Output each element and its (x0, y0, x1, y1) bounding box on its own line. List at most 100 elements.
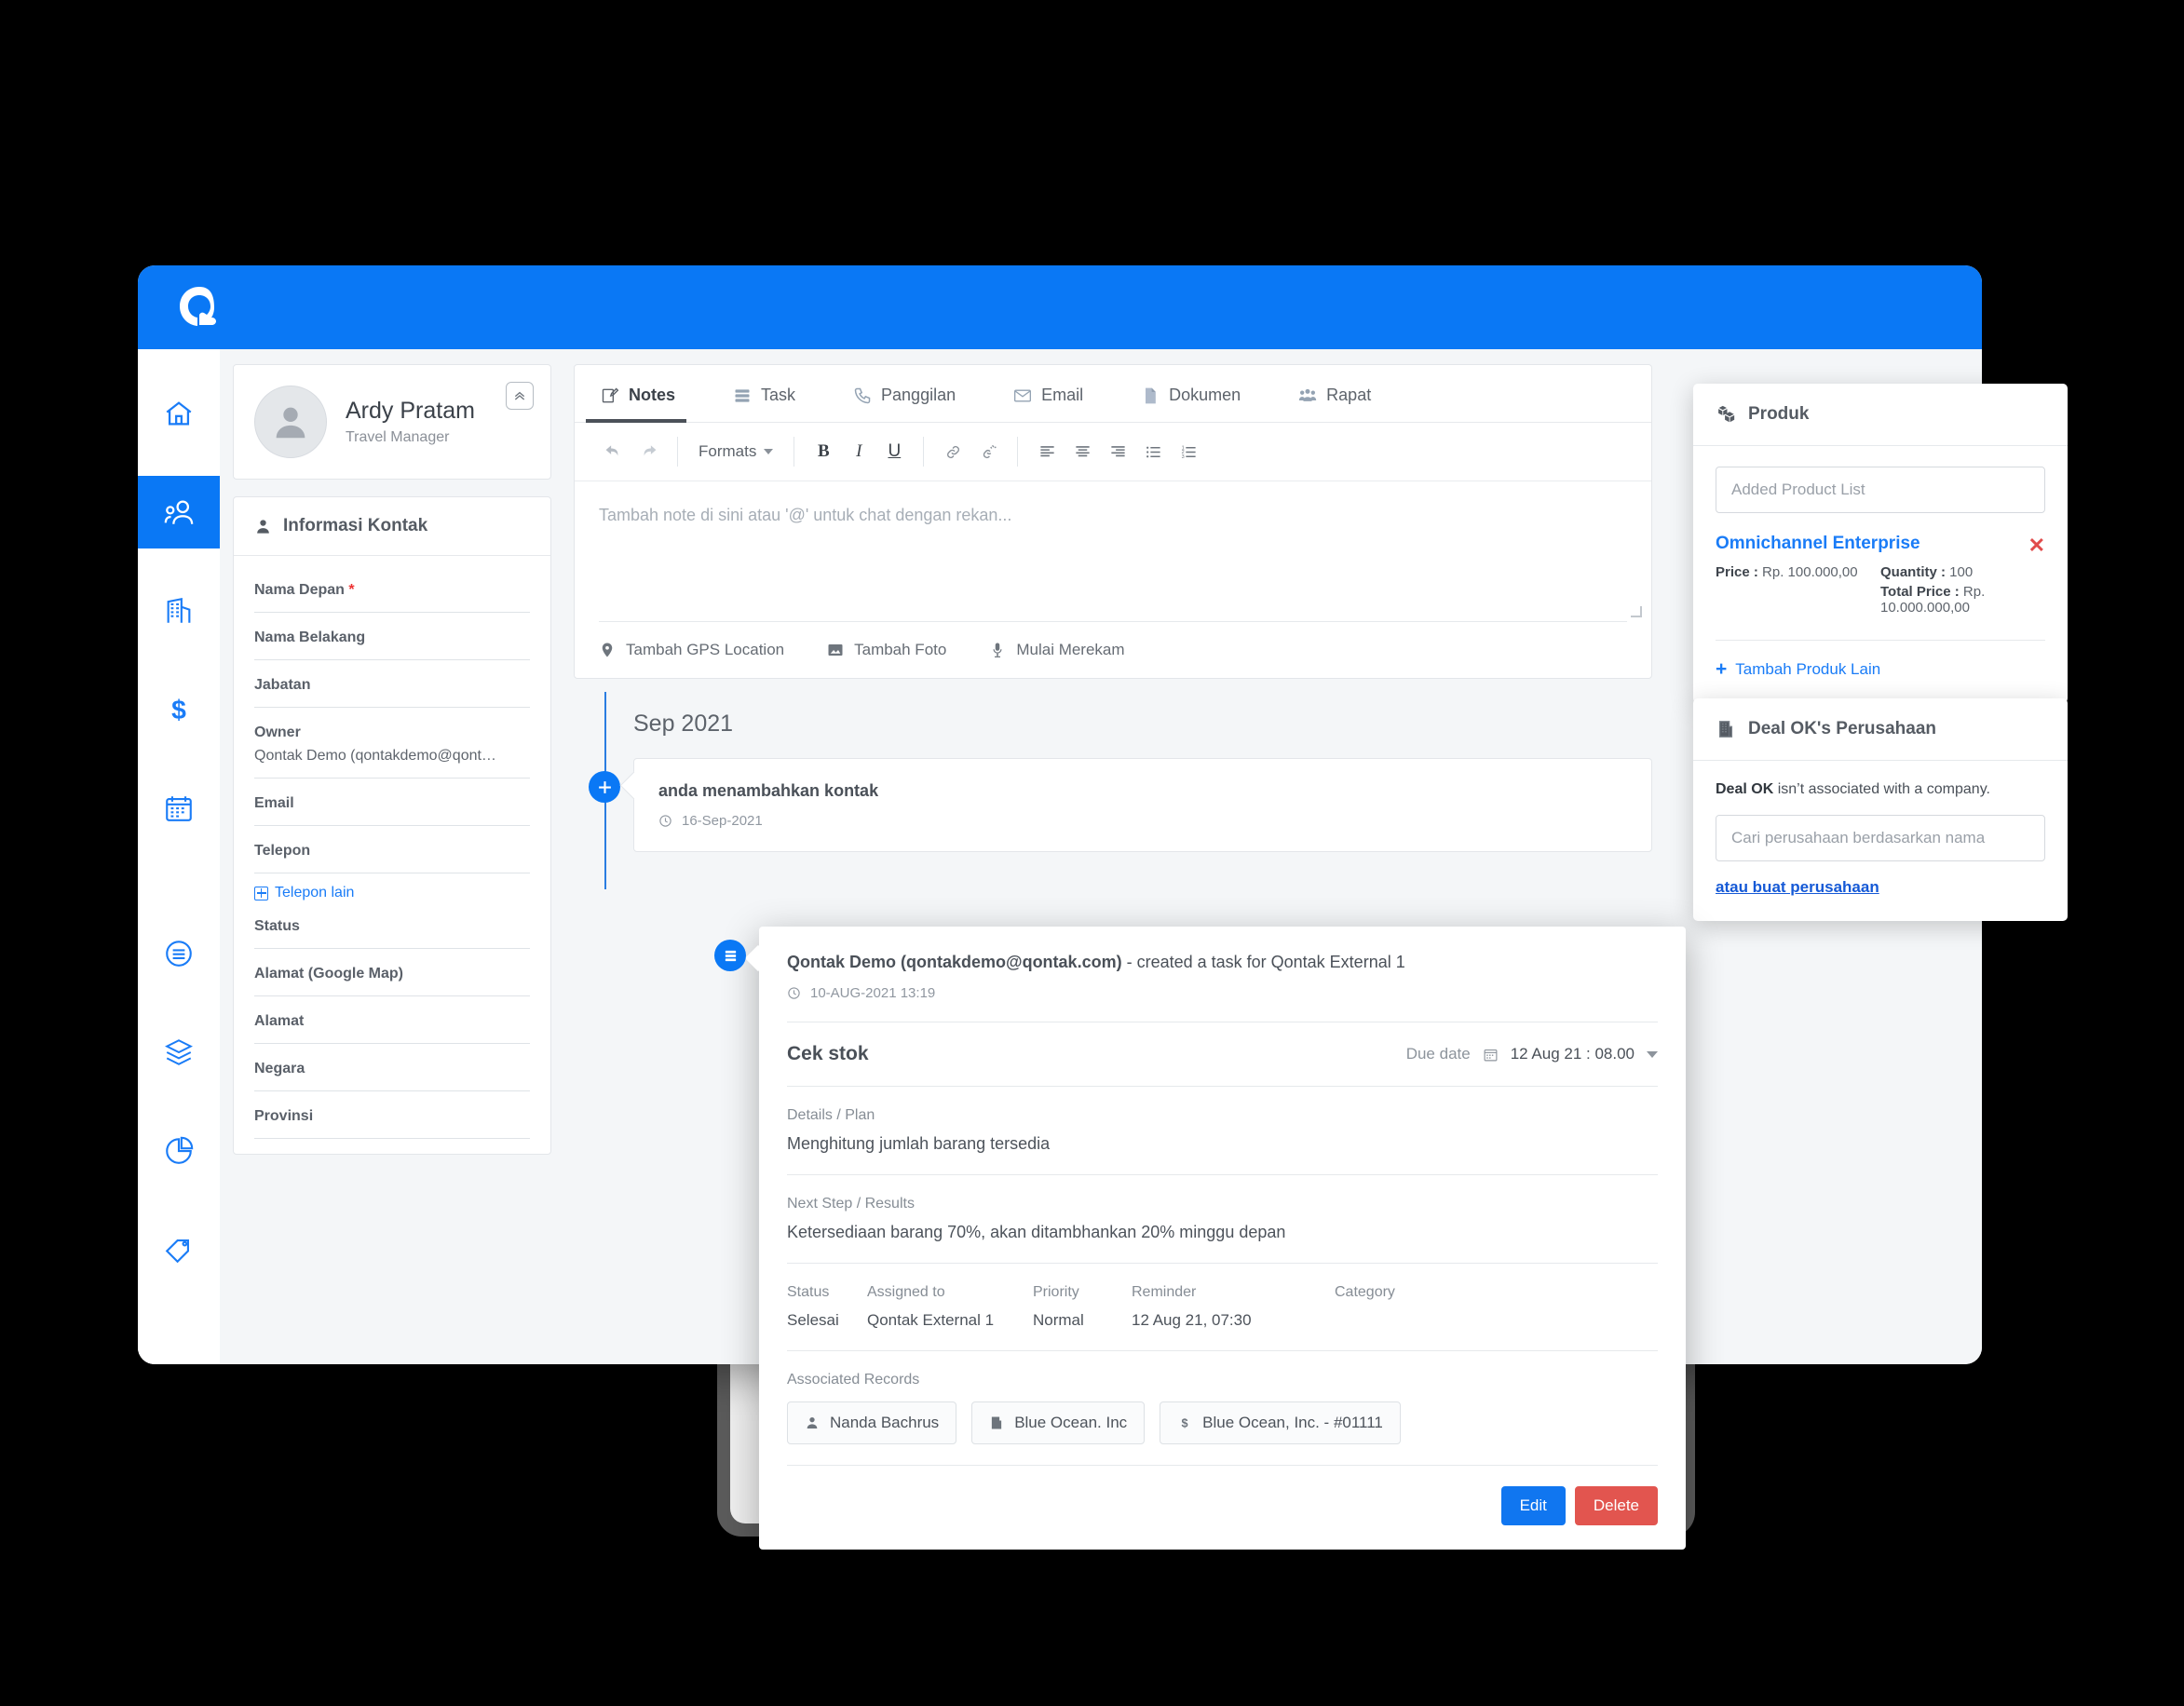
profile-text: Ardy Pratam Travel Manager (346, 398, 475, 446)
align-center-icon[interactable] (1065, 434, 1100, 469)
add-gps-location-button[interactable]: Tambah GPS Location (599, 641, 784, 659)
create-company-link[interactable]: atau buat perusahaan (1716, 878, 1879, 897)
sidebar-item-tags[interactable] (138, 1213, 220, 1286)
plus-icon[interactable] (589, 771, 620, 803)
unlink-icon[interactable] (970, 434, 1006, 469)
align-right-icon[interactable] (1100, 434, 1135, 469)
field-label: Owner (254, 724, 301, 740)
svg-text:3: 3 (1181, 454, 1184, 459)
task-action: - created a task for Qontak External 1 (1121, 953, 1405, 971)
sidebar-item-home[interactable] (138, 377, 220, 450)
company-search-input[interactable]: Cari perusahaan berdasarkan nama (1716, 815, 2045, 861)
price-value: Rp. 100.000,00 (1762, 564, 1858, 580)
tab-label: Panggilan (881, 386, 956, 404)
sidebar-item-calendar[interactable] (138, 772, 220, 845)
tab-label: Notes (629, 386, 676, 404)
tab-panggilan[interactable]: Panggilan (851, 365, 980, 422)
add-phone-link[interactable]: Telepon lain (254, 885, 530, 901)
align-left-icon[interactable] (1029, 434, 1065, 469)
redo-icon[interactable] (631, 434, 666, 469)
field-negara[interactable]: Negara (254, 1044, 530, 1091)
dollar-icon: $ (1182, 1417, 1188, 1430)
field-label: Provinsi (254, 1108, 314, 1124)
associated-record-company[interactable]: Blue Ocean. Inc (971, 1401, 1146, 1444)
field-email[interactable]: Email (254, 779, 530, 826)
building-icon (992, 1416, 1002, 1429)
bullet-list-icon[interactable] (1135, 434, 1171, 469)
delete-button[interactable]: Delete (1574, 1486, 1658, 1525)
due-date-value: 12 Aug 21 : 08.00 (1510, 1045, 1635, 1063)
tab-task[interactable]: Task (731, 365, 820, 422)
edit-button[interactable]: Edit (1500, 1486, 1566, 1525)
field-nama-belakang[interactable]: Nama Belakang (254, 613, 530, 660)
timeline-entry: anda menambahkan kontak 16-Sep-2021 (589, 758, 1652, 852)
screenshot-stage: $ Ardy Pratam Travel Manager Informasi K… (0, 0, 2184, 1706)
task-list-icon[interactable] (714, 940, 746, 971)
timeline-entry-title: anda menambahkan kontak (658, 781, 879, 800)
tab-dokumen[interactable]: Dokumen (1139, 365, 1265, 422)
sidebar-item-reports[interactable] (138, 1115, 220, 1187)
sidebar-item-companies[interactable] (138, 575, 220, 647)
deal-name: Deal OK (1716, 781, 1774, 797)
tab-label: Dokumen (1169, 386, 1241, 404)
quantity-label: Quantity : (1880, 564, 1946, 580)
underline-button[interactable]: U (876, 434, 912, 469)
start-recording-button[interactable]: Mulai Merekam (989, 641, 1125, 659)
associated-record-deal[interactable]: $ Blue Ocean, Inc. - #01111 (1160, 1401, 1401, 1444)
field-nama-depan[interactable]: Nama Depan * (254, 565, 530, 613)
sidebar-item-products[interactable] (138, 1016, 220, 1089)
task-subject-row: Cek stok Due date 12 Aug 21 : 08.00 (787, 1043, 1658, 1065)
product-name-link[interactable]: Omnichannel Enterprise (1716, 534, 1920, 554)
total-price-label: Total Price : (1880, 584, 1960, 600)
field-owner[interactable]: Owner Qontak Demo (qontakdemo@qont… (254, 708, 530, 779)
sidebar-item-contacts[interactable] (138, 476, 220, 548)
meta-label: Category (1335, 1284, 1395, 1300)
associated-records-list: Nanda Bachrus Blue Ocean. Inc $ Blue Oce… (787, 1401, 1658, 1444)
field-alamat[interactable]: Alamat (254, 996, 530, 1044)
avatar (254, 386, 327, 458)
formats-dropdown[interactable]: Formats (689, 434, 782, 469)
qontak-logo-icon[interactable] (175, 283, 224, 332)
tab-notes[interactable]: Notes (585, 365, 699, 423)
bold-button[interactable]: B (806, 434, 841, 469)
collapse-profile-button[interactable] (506, 382, 534, 410)
nextstep-value: Ketersediaan barang 70%, akan ditambhank… (787, 1223, 1286, 1241)
field-provinsi[interactable]: Provinsi (254, 1091, 530, 1139)
added-product-list-input[interactable]: Added Product List (1716, 467, 2045, 513)
undo-icon[interactable] (595, 434, 631, 469)
tab-rapat[interactable]: Rapat (1296, 365, 1395, 422)
quantity-value: 100 (1949, 564, 1974, 580)
deal-message-rest: isn’t associated with a company. (1773, 781, 1990, 797)
add-photo-button[interactable]: Tambah Foto (827, 641, 946, 659)
meta-status: Status Selesai (787, 1284, 867, 1330)
italic-button[interactable]: I (841, 434, 876, 469)
field-alamat-google-map[interactable]: Alamat (Google Map) (254, 949, 530, 996)
tab-email[interactable]: Email (1011, 365, 1107, 422)
building-icon (1718, 721, 1733, 738)
activity-tabs: Notes Task Panggilan Email Dokumen Rapat (575, 365, 1651, 423)
associated-records-label: Associated Records (787, 1372, 920, 1388)
note-editor[interactable]: Tambah note di sini atau '@' untuk chat … (575, 481, 1651, 621)
remove-product-button[interactable]: ✕ (2028, 535, 2045, 556)
resize-handle[interactable] (1631, 606, 1642, 617)
task-due-date[interactable]: Due date 12 Aug 21 : 08.00 (1406, 1045, 1658, 1063)
field-telepon[interactable]: Telepon (254, 826, 530, 873)
sidebar-item-deals[interactable]: $ (138, 673, 220, 746)
chevron-down-icon (764, 449, 774, 454)
add-phone-label: Telepon lain (275, 885, 355, 900)
field-jabatan[interactable]: Jabatan (254, 660, 530, 708)
sidebar-item-activities[interactable] (138, 917, 220, 990)
link-icon[interactable] (935, 434, 970, 469)
associated-record-contact[interactable]: Nanda Bachrus (787, 1401, 957, 1444)
meta-label: Assigned to (867, 1284, 945, 1300)
group-meeting-icon (1299, 388, 1317, 401)
chip-label: Blue Ocean. Inc (1014, 1414, 1128, 1431)
map-pin-icon (602, 643, 613, 657)
app-topbar (138, 265, 1982, 349)
add-other-product-link[interactable]: + Tambah Produk Lain (1716, 659, 2045, 679)
field-status[interactable]: Status (254, 901, 530, 949)
timeline-entry-card: anda menambahkan kontak 16-Sep-2021 (633, 758, 1652, 852)
profile-card: Ardy Pratam Travel Manager (233, 364, 551, 480)
field-label: Telepon (254, 843, 311, 859)
numbered-list-icon[interactable]: 123 (1171, 434, 1206, 469)
